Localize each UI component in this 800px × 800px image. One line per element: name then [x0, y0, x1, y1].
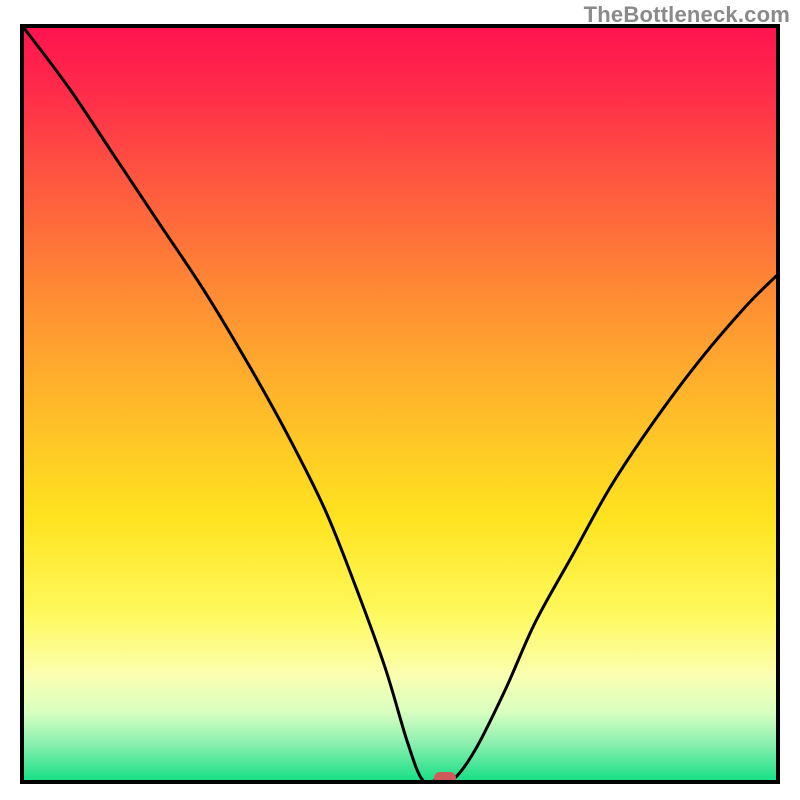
- bottleneck-chart: TheBottleneck.com: [0, 0, 800, 800]
- bottleneck-curve: [24, 28, 776, 780]
- plot-area: [20, 24, 780, 784]
- watermark-text: TheBottleneck.com: [584, 2, 790, 28]
- optimal-point-marker: [434, 772, 456, 784]
